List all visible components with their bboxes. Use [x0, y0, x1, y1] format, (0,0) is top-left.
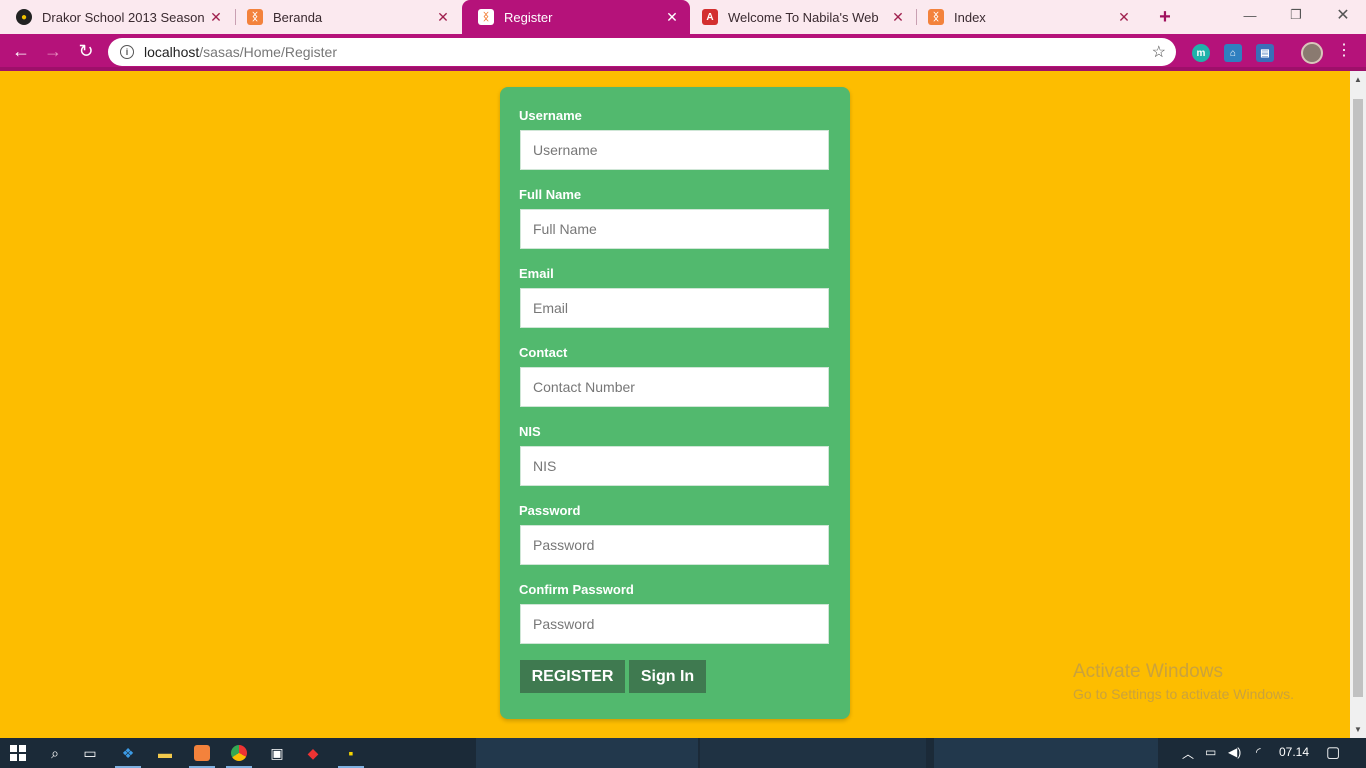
forward-arrow-icon[interactable]: →	[40, 38, 66, 64]
password-input[interactable]	[520, 525, 829, 565]
close-icon[interactable]: ✕	[435, 9, 451, 25]
minimize-icon[interactable]: —	[1227, 0, 1273, 30]
taskbar-window-slot[interactable]	[700, 738, 926, 768]
close-icon[interactable]: ✕	[1116, 9, 1132, 25]
email-input[interactable]	[520, 288, 829, 328]
chevron-up-icon[interactable]: ︿	[1182, 745, 1194, 762]
window-close-icon[interactable]: ✕	[1320, 0, 1366, 30]
task-view-icon[interactable]: ▭	[79, 742, 101, 764]
full-name-label: Full Name	[519, 187, 582, 202]
profile-avatar[interactable]	[1301, 42, 1323, 64]
register-button[interactable]: REGISTER	[520, 660, 625, 693]
volume-icon[interactable]: ◀)	[1228, 745, 1241, 759]
taskbar-window-slot[interactable]	[476, 738, 698, 768]
xampp-icon: ᛝ	[247, 9, 263, 25]
scroll-down-arrow-icon[interactable]: ▼	[1354, 725, 1362, 734]
network-icon[interactable]: ◜	[1256, 745, 1261, 759]
page-scrollbar[interactable]: ▲ ▼	[1350, 71, 1366, 738]
windows-start-icon[interactable]	[7, 742, 29, 764]
nis-input[interactable]	[520, 446, 829, 486]
activate-windows-subtitle: Go to Settings to activate Windows.	[1073, 686, 1294, 702]
xampp-taskbar-icon[interactable]	[189, 742, 215, 768]
url-path: /sasas/Home/Register	[199, 44, 337, 60]
extension-m-icon[interactable]: m	[1192, 44, 1210, 62]
git-tool-icon[interactable]: ◆	[302, 742, 324, 764]
extension-search-icon[interactable]: ▤	[1256, 44, 1274, 62]
nis-label: NIS	[519, 424, 541, 439]
email-label: Email	[519, 266, 554, 281]
bookmark-star-icon[interactable]: ☆	[1152, 42, 1166, 62]
url-host: localhost	[144, 44, 200, 60]
file-explorer-icon[interactable]: ▬	[154, 742, 176, 764]
tab-title: Register	[504, 9, 553, 25]
tab-beranda[interactable]: ᛝ Beranda ✕	[231, 0, 461, 34]
menu-kebab-icon[interactable]: ⋮	[1336, 40, 1352, 60]
tab-title: Index	[954, 9, 986, 25]
xampp-icon: ᛝ	[478, 9, 494, 25]
browser-tab-strip: ● Drakor School 2013 Season 1 ( ✕ ᛝ Bera…	[0, 0, 1366, 34]
address-bar[interactable]: i localhost/sasas/Home/Register ☆	[108, 38, 1176, 66]
xampp-icon: ᛝ	[928, 9, 944, 25]
tab-title: Drakor School 2013 Season 1 (	[42, 9, 208, 25]
search-icon[interactable]: ⌕	[44, 742, 66, 764]
angular-icon: A	[702, 9, 718, 25]
tab-welcome[interactable]: A Welcome To Nabila's Web ✕	[686, 0, 916, 34]
battery-icon[interactable]: ▭	[1205, 745, 1216, 759]
confirm-password-input[interactable]	[520, 604, 829, 644]
tab-drakor[interactable]: ● Drakor School 2013 Season 1 ( ✕	[0, 0, 234, 34]
info-icon[interactable]: i	[120, 45, 134, 59]
drakor-icon: ●	[16, 9, 32, 25]
page-viewport: Username Full Name Email Contact NIS Pas…	[0, 71, 1350, 738]
close-icon[interactable]: ✕	[890, 9, 906, 25]
tab-title: Beranda	[273, 9, 323, 25]
browser-toolbar: ← → ↻ i localhost/sasas/Home/Register ☆ …	[0, 34, 1366, 71]
clock-text[interactable]: 07.14	[1279, 745, 1309, 759]
close-icon[interactable]: ✕	[664, 9, 680, 25]
username-label: Username	[519, 108, 582, 123]
restore-icon[interactable]: ❐	[1273, 0, 1319, 30]
username-input[interactable]	[520, 130, 829, 170]
new-tab-plus-icon[interactable]: +	[1154, 6, 1176, 28]
password-label: Password	[519, 503, 581, 518]
scrollbar-thumb[interactable]	[1353, 99, 1363, 697]
tab-title: Welcome To Nabila's Web	[728, 9, 879, 25]
back-arrow-icon[interactable]: ←	[8, 38, 34, 64]
url-text[interactable]: localhost/sasas/Home/Register	[144, 44, 1152, 60]
full-name-input[interactable]	[520, 209, 829, 249]
windows-taskbar: ⌕ ▭ ❖ ▬ ▣ ◆ ▪ ︿ ▭ ◀) ◜ 07.14 ▢	[0, 738, 1366, 768]
vscode-icon[interactable]: ❖	[115, 742, 141, 768]
extension-home-icon[interactable]: ⌂	[1224, 44, 1242, 62]
contact-input[interactable]	[520, 367, 829, 407]
sign-in-button[interactable]: Sign In	[629, 660, 706, 693]
chrome-icon[interactable]	[226, 742, 252, 768]
taskbar-window-slot[interactable]	[934, 738, 1158, 768]
register-form-card: Username Full Name Email Contact NIS Pas…	[500, 87, 850, 719]
reload-icon[interactable]: ↻	[73, 38, 99, 64]
notification-icon[interactable]: ▢	[1326, 743, 1340, 761]
tab-register[interactable]: ᛝ Register ✕	[462, 0, 690, 34]
command-prompt-icon[interactable]: ▣	[266, 742, 288, 764]
scroll-up-arrow-icon[interactable]: ▲	[1354, 75, 1362, 84]
contact-label: Contact	[519, 345, 568, 360]
activate-windows-title: Activate Windows	[1073, 661, 1223, 682]
sticky-notes-icon[interactable]: ▪	[338, 742, 364, 768]
close-icon[interactable]: ✕	[208, 9, 224, 25]
tab-index[interactable]: ᛝ Index ✕	[912, 0, 1142, 34]
confirm-password-label: Confirm Password	[519, 582, 634, 597]
